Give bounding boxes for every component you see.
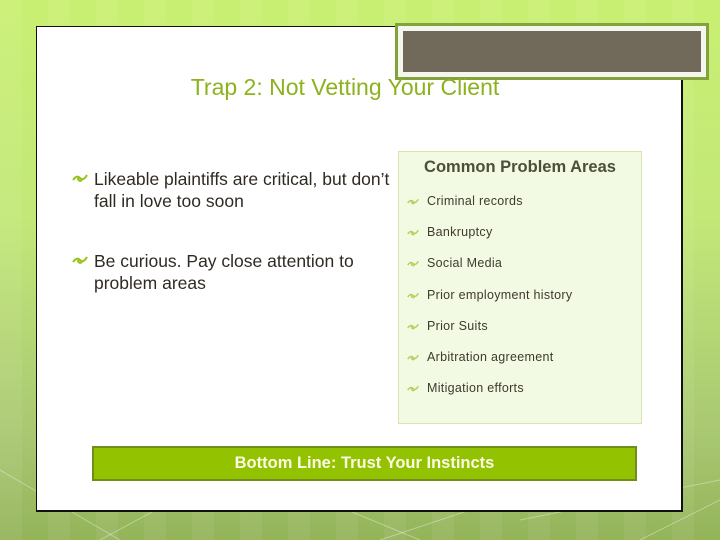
problem-text: Bankruptcy [427,225,493,240]
fleuron-bullet-icon [407,261,419,267]
bottom-line-banner: Bottom Line: Trust Your Instincts [92,446,637,481]
problem-text: Criminal records [427,194,523,208]
problem-text: Prior Suits [427,318,488,333]
problem-text: Mitigation efforts [427,381,524,396]
problem-areas-list: Criminal records Bankruptcy Social Media… [407,192,637,410]
fleuron-bullet-icon [407,354,419,361]
problem-item: Arbitration agreement [407,348,637,379]
problem-item: Mitigation efforts [407,379,637,410]
problem-item: Social Media [407,254,637,285]
problem-text: Social Media [427,256,503,271]
bullet-item: Likeable plaintiffs are critical, but do… [72,168,392,212]
bullet-item: Be curious. Pay close attention to probl… [72,250,392,294]
fleuron-bullet-icon [407,292,419,298]
main-bullet-list: Likeable plaintiffs are critical, but do… [72,168,392,332]
problem-item: Bankruptcy [407,223,637,254]
slide-title: Trap 2: Not Vetting Your Client [190,74,500,100]
problem-text: Arbitration agreement [427,349,554,364]
problem-item: Prior employment history [407,286,637,317]
fleuron-bullet-icon [72,174,88,182]
problem-text: Prior employment history [427,287,573,302]
accent-box [395,23,709,80]
problem-areas-box: Common Problem Areas Criminal records Ba… [398,151,642,424]
fleuron-bullet-icon [407,230,419,236]
accent-box-fill [403,31,701,72]
bullet-text: Be curious. Pay close attention to probl… [94,251,354,293]
fleuron-bullet-icon [407,198,419,205]
fleuron-bullet-icon [72,256,88,264]
bullet-text: Likeable plaintiffs are critical, but do… [94,169,390,211]
fleuron-bullet-icon [407,385,419,392]
problem-item: Criminal records [407,192,637,223]
fleuron-bullet-icon [407,323,419,330]
problem-item: Prior Suits [407,317,637,348]
problem-areas-title: Common Problem Areas [424,158,616,176]
